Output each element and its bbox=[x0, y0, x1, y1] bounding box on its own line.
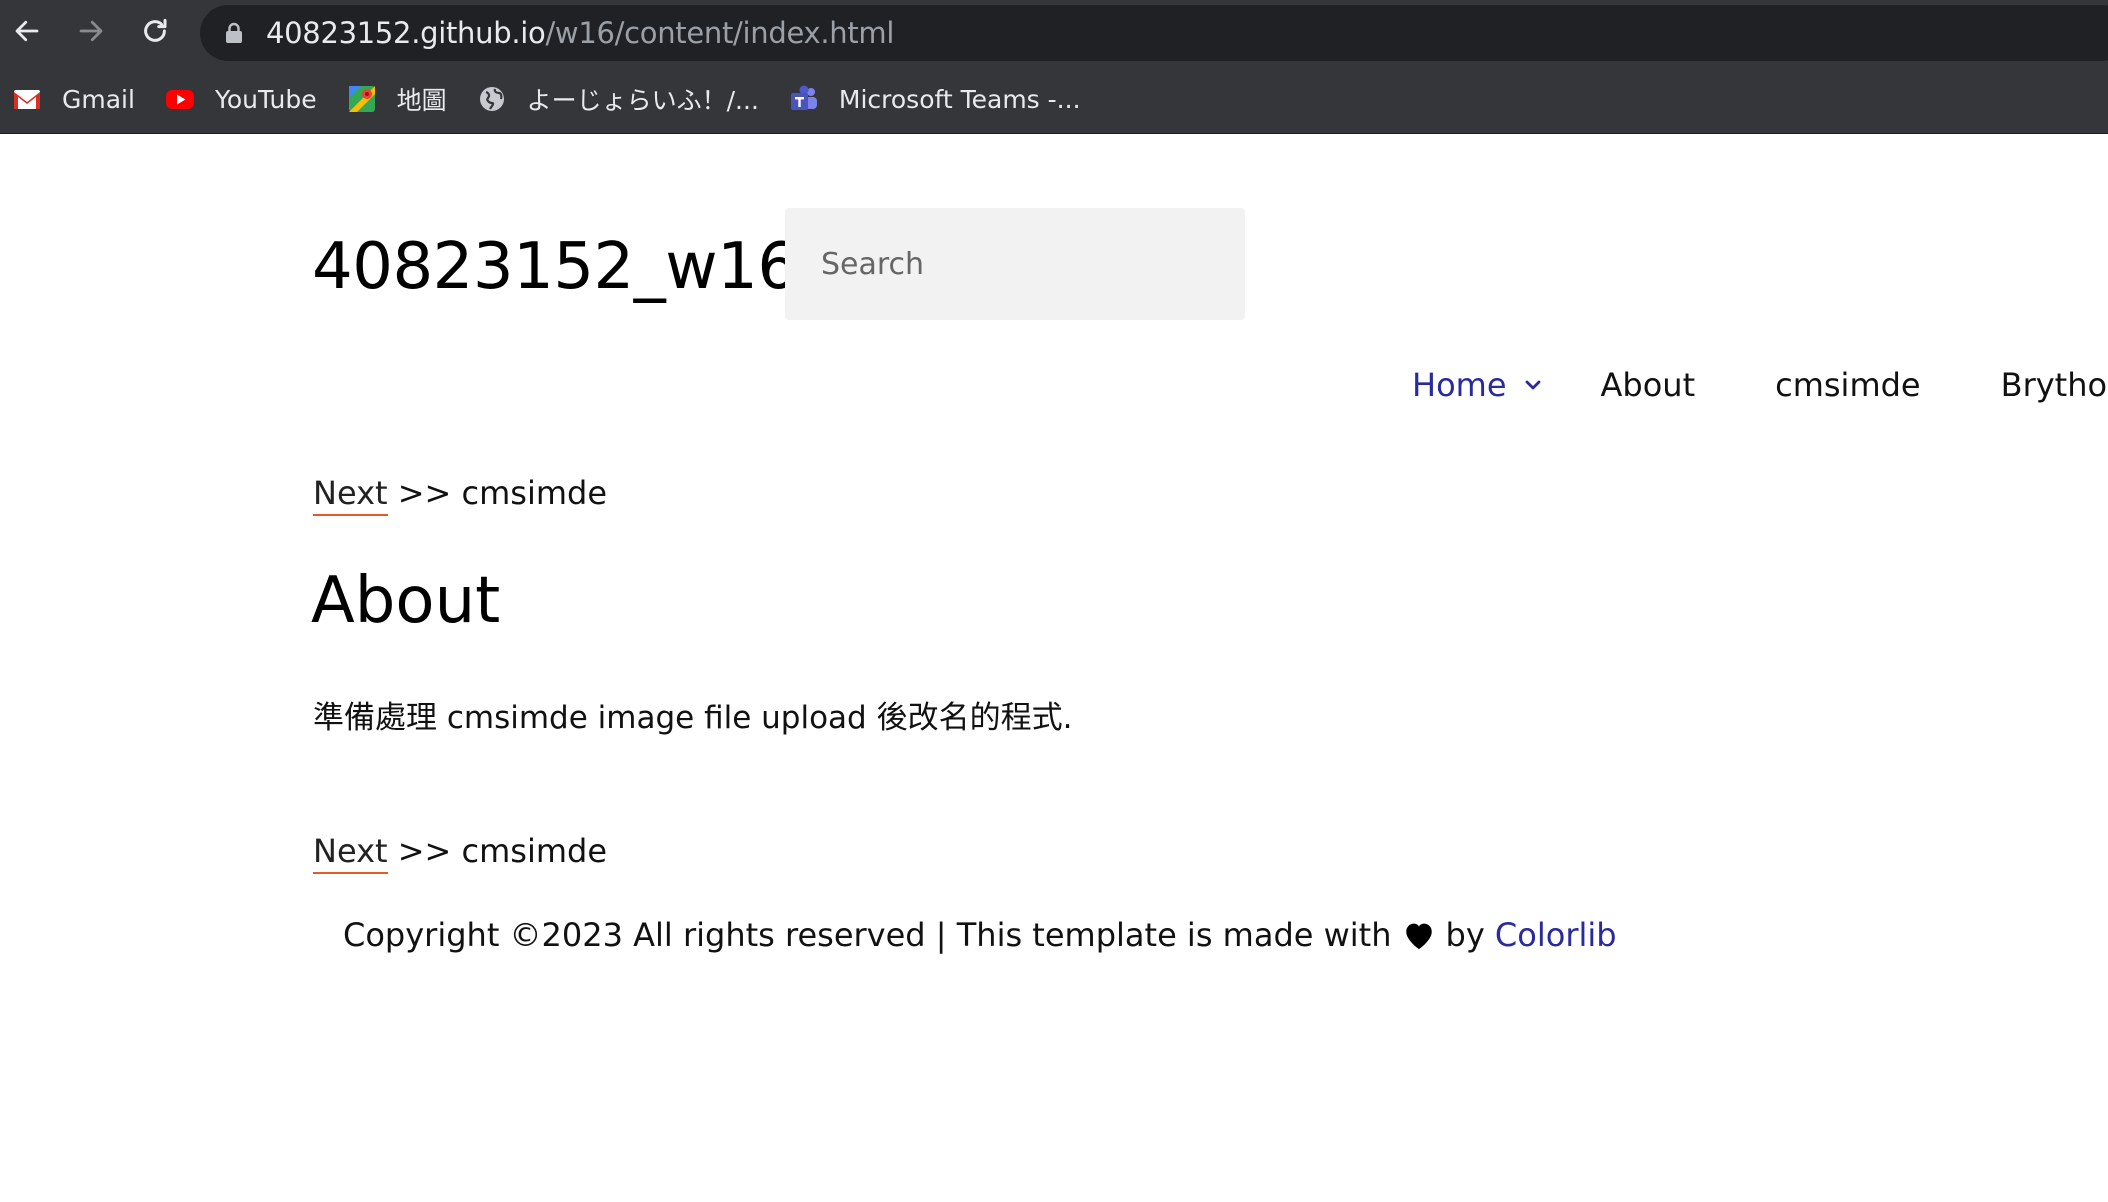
bookmark-label: YouTube bbox=[214, 84, 317, 114]
next-link[interactable]: Next bbox=[313, 474, 388, 516]
arrow-left-icon bbox=[15, 20, 39, 42]
forward-button[interactable] bbox=[68, 8, 114, 54]
bookmarks-bar: Gmail YouTube 地圖 よーじょらいふ！/... Microsoft … bbox=[0, 76, 2108, 122]
main-menu: Home About cmsimde Brython bbox=[1412, 360, 2108, 410]
page-nav-top: Next >> cmsimde bbox=[313, 474, 608, 516]
next-separator: >> bbox=[387, 474, 462, 512]
menu-item-label: Home bbox=[1412, 366, 1507, 404]
teams-icon bbox=[789, 84, 819, 114]
address-bar[interactable]: 40823152.github.io/w16/content/index.htm… bbox=[200, 5, 2108, 61]
next-target: cmsimde bbox=[461, 474, 608, 512]
page-nav-bottom: Next >> cmsimde bbox=[313, 832, 608, 874]
browser-chrome: 40823152.github.io/w16/content/index.htm… bbox=[0, 0, 2108, 134]
bookmark-label: Gmail bbox=[62, 84, 135, 114]
globe-icon bbox=[477, 84, 507, 114]
bookmark-label: Microsoft Teams -... bbox=[838, 84, 1081, 114]
bookmark-gmail[interactable]: Gmail bbox=[12, 76, 153, 122]
reload-button[interactable] bbox=[132, 8, 178, 54]
page-heading: About bbox=[311, 564, 501, 638]
menu-item-label: cmsimde bbox=[1775, 366, 1921, 404]
colorlib-link[interactable]: Colorlib bbox=[1495, 916, 1617, 954]
body-text: 準備處理 cmsimde image file upload 後改名的程式. bbox=[313, 700, 1073, 736]
chevron-down-icon bbox=[1525, 380, 1540, 390]
bookmark-yojo[interactable]: よーじょらいふ！/... bbox=[477, 76, 777, 122]
url-host: 40823152.github.io bbox=[266, 16, 546, 50]
menu-item-home[interactable]: Home bbox=[1412, 366, 1545, 404]
url-path: /w16/content/index.html bbox=[545, 16, 895, 50]
back-button[interactable] bbox=[4, 8, 50, 54]
menu-item-brython[interactable]: Brython bbox=[2001, 366, 2108, 404]
reload-icon bbox=[144, 18, 167, 42]
bookmark-youtube[interactable]: YouTube bbox=[165, 76, 335, 122]
url-text[interactable]: 40823152.github.io/w16/content/index.htm… bbox=[266, 16, 894, 50]
menu-item-cmsimde[interactable]: cmsimde bbox=[1775, 366, 1921, 404]
menu-item-label: Brython bbox=[2000, 366, 2108, 404]
heart-icon bbox=[1405, 923, 1432, 950]
lock-icon bbox=[226, 22, 242, 43]
site-title[interactable]: 40823152_w16 bbox=[312, 230, 798, 304]
bookmark-teams[interactable]: Microsoft Teams -... bbox=[789, 76, 1099, 122]
next-target: cmsimde bbox=[461, 832, 608, 870]
bookmark-maps[interactable]: 地圖 bbox=[347, 76, 465, 122]
footer: Copyright ©2023 All rights reserved | Th… bbox=[343, 916, 1617, 954]
bookmark-label: よーじょらいふ！/... bbox=[526, 86, 759, 115]
web-page: 40823152_w16 Home About cmsimde Brython … bbox=[0, 134, 2108, 1202]
footer-by: by bbox=[1445, 916, 1485, 954]
arrow-right-icon bbox=[79, 20, 103, 42]
browser-toolbar: 40823152.github.io/w16/content/index.htm… bbox=[0, 0, 2108, 64]
youtube-icon bbox=[165, 84, 195, 114]
menu-item-label: About bbox=[1600, 366, 1696, 404]
maps-icon bbox=[347, 84, 377, 114]
bookmark-label: 地圖 bbox=[396, 86, 447, 115]
search-input[interactable] bbox=[785, 208, 1245, 320]
menu-item-about[interactable]: About bbox=[1601, 366, 1696, 404]
next-separator: >> bbox=[387, 832, 462, 870]
next-link[interactable]: Next bbox=[313, 832, 388, 874]
gmail-icon bbox=[12, 84, 42, 114]
footer-copyright: Copyright ©2023 All rights reserved | Th… bbox=[343, 916, 1392, 954]
